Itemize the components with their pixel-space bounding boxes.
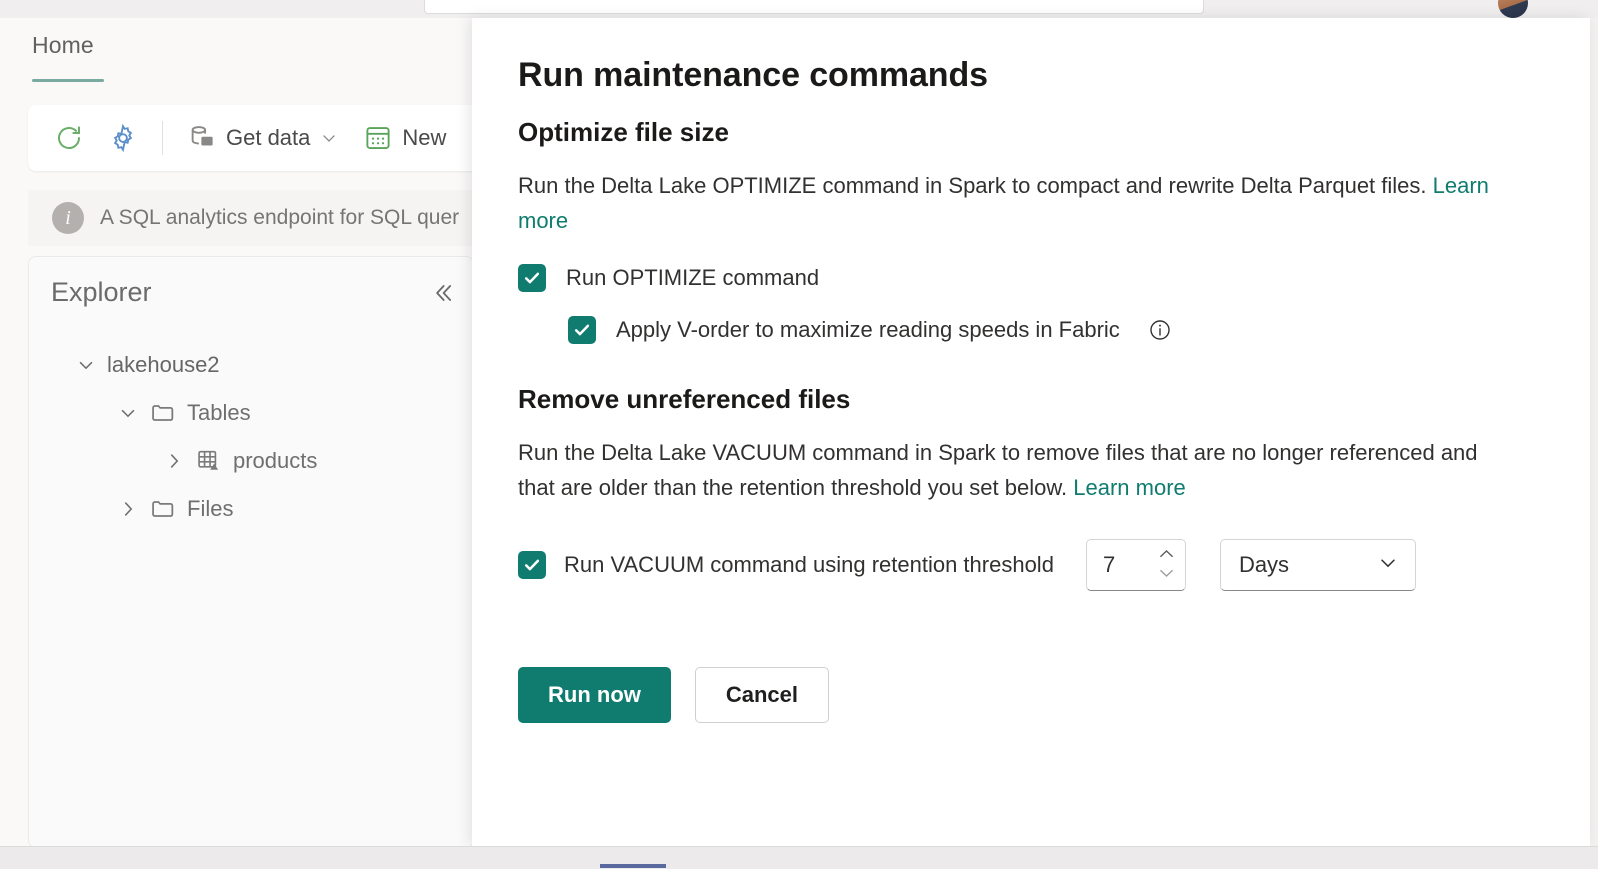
tab-home-underline: [32, 79, 104, 82]
taskbar: [0, 846, 1598, 869]
retention-unit-value: Days: [1238, 552, 1290, 577]
chevron-right-icon[interactable]: [117, 498, 139, 520]
retention-unit-dropdown[interactable]: Days: [1219, 539, 1416, 591]
get-data-button[interactable]: Get data: [177, 116, 349, 160]
global-search-input[interactable]: [424, 0, 1204, 14]
run-maintenance-dialog: Run maintenance commands Optimize file s…: [472, 18, 1590, 846]
chevron-right-icon[interactable]: [163, 450, 185, 472]
v-order-checkbox-row[interactable]: Apply V-order to maximize reading speeds…: [568, 316, 1544, 344]
folder-icon: [149, 495, 177, 523]
stepper-arrows: [1158, 546, 1175, 584]
tree-item-files[interactable]: Files: [29, 485, 473, 533]
tree-item-products[interactable]: products: [29, 437, 473, 485]
app-root: + Home: [0, 0, 1598, 869]
ribbon-divider: [162, 121, 163, 155]
right-edge-sliver: [1590, 18, 1598, 846]
vacuum-description-text: Run the Delta Lake VACUUM command in Spa…: [518, 440, 1478, 500]
chevron-down-icon[interactable]: [319, 128, 339, 148]
tree-item-label: products: [233, 448, 318, 473]
run-optimize-checkbox[interactable]: [518, 264, 546, 292]
info-outline-icon[interactable]: [1148, 318, 1172, 342]
tree-item-label: Files: [187, 496, 234, 521]
optimize-description-text: Run the Delta Lake OPTIMIZE command in S…: [518, 173, 1433, 198]
run-optimize-checkbox-row[interactable]: Run OPTIMIZE command: [518, 264, 1544, 292]
retention-value[interactable]: 7: [1103, 552, 1115, 578]
explorer-panel: Explorer lakehouse2 Tables products File…: [28, 256, 474, 848]
gear-icon: [108, 123, 138, 153]
run-vacuum-label: Run VACUUM command using retention thres…: [564, 552, 1054, 577]
vacuum-section-heading: Remove unreferenced files: [518, 384, 851, 414]
tab-home[interactable]: Home: [32, 32, 94, 72]
taskbar-active-indicator: [600, 864, 666, 868]
run-vacuum-checkbox[interactable]: [518, 551, 546, 579]
chevron-down-icon[interactable]: [1377, 552, 1399, 579]
folder-icon: [149, 399, 177, 427]
refresh-button[interactable]: [44, 116, 94, 160]
double-chevron-left-icon[interactable]: [429, 280, 455, 306]
retention-value-stepper[interactable]: 7: [1085, 539, 1186, 591]
vacuum-learn-more-link[interactable]: Learn more: [1073, 475, 1186, 500]
delta-table-icon: [195, 447, 223, 475]
info-banner-text: A SQL analytics endpoint for SQL quer: [100, 206, 460, 229]
avatar[interactable]: [1498, 0, 1528, 18]
vacuum-description: Run the Delta Lake VACUUM command in Spa…: [518, 435, 1508, 505]
table-grid-icon: [363, 123, 393, 153]
optimize-section-heading: Optimize file size: [518, 117, 729, 147]
chevron-down-icon[interactable]: [1158, 566, 1175, 584]
settings-button[interactable]: [98, 116, 148, 160]
explorer-tree: lakehouse2 Tables products Files: [29, 341, 473, 533]
dialog-actions: Run now Cancel: [518, 667, 1544, 723]
cancel-button[interactable]: Cancel: [694, 667, 830, 723]
refresh-icon: [54, 123, 84, 153]
run-optimize-label: Run OPTIMIZE command: [566, 265, 820, 290]
optimize-description: Run the Delta Lake OPTIMIZE command in S…: [518, 168, 1508, 238]
tree-item-lakehouse2[interactable]: lakehouse2: [29, 341, 473, 389]
top-chrome-strip: +: [0, 0, 1598, 18]
tree-item-label: lakehouse2: [107, 352, 220, 377]
info-filled-icon: i: [52, 202, 84, 234]
tree-item-tables[interactable]: Tables: [29, 389, 473, 437]
database-icon: [187, 123, 217, 153]
run-vacuum-row: Run VACUUM command using retention thres…: [518, 539, 1544, 591]
run-now-button[interactable]: Run now: [518, 667, 671, 723]
chevron-down-icon[interactable]: [117, 402, 139, 424]
explorer-title: Explorer: [51, 277, 152, 307]
chevron-down-icon[interactable]: [75, 354, 97, 376]
new-label: New: [402, 125, 447, 150]
tree-item-label: Tables: [187, 400, 251, 425]
add-icon[interactable]: +: [1294, 0, 1308, 4]
get-data-label: Get data: [226, 125, 311, 150]
dialog-title: Run maintenance commands: [518, 56, 988, 94]
v-order-label: Apply V-order to maximize reading speeds…: [616, 317, 1120, 342]
new-button[interactable]: New: [353, 116, 456, 160]
v-order-checkbox[interactable]: [568, 316, 596, 344]
explorer-header: Explorer: [51, 277, 455, 308]
chevron-up-icon[interactable]: [1158, 546, 1175, 564]
